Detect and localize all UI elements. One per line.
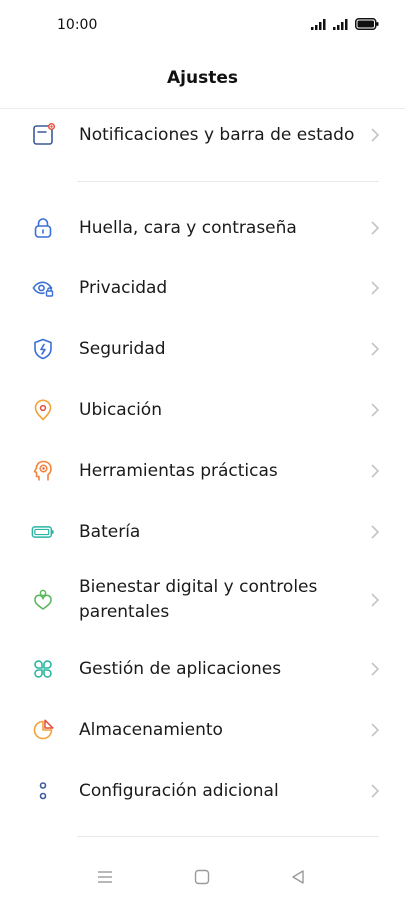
settings-item-configuracion-adicional[interactable]: Configuración adicional: [0, 771, 405, 811]
chevron-right-icon: [371, 281, 380, 295]
heart-person-icon: [31, 588, 55, 612]
apps-icon: [31, 657, 55, 681]
chevron-right-icon: [371, 593, 380, 607]
divider: [77, 836, 379, 837]
location-icon: [31, 398, 55, 422]
settings-item-label: Herramientas prácticas: [79, 460, 278, 481]
settings-item-label: Bienestar digital y controles parentales: [79, 577, 318, 622]
page-title: Ajustes: [167, 68, 238, 88]
settings-item-almacenamiento[interactable]: Almacenamiento: [0, 710, 405, 750]
more-settings-icon: [31, 779, 55, 803]
lock-icon: [31, 216, 55, 240]
header: Ajustes: [0, 52, 405, 109]
settings-item-bateria[interactable]: Batería: [0, 512, 405, 552]
settings-item-label: Almacenamiento: [79, 719, 223, 740]
settings-item-bienestar[interactable]: Bienestar digital y controles parentales: [0, 574, 405, 626]
settings-item-label: Huella, cara y contraseña: [79, 217, 297, 238]
tools-head-icon: [31, 459, 55, 483]
storage-pie-icon: [31, 718, 55, 742]
settings-item-privacidad[interactable]: Privacidad: [0, 268, 405, 308]
divider: [77, 181, 379, 182]
settings-item-huella[interactable]: Huella, cara y contraseña: [0, 208, 405, 248]
settings-item-ubicacion[interactable]: Ubicación: [0, 390, 405, 430]
settings-item-label: Privacidad: [79, 277, 168, 298]
settings-item-herramientas[interactable]: Herramientas prácticas: [0, 451, 405, 491]
chevron-right-icon: [371, 128, 380, 142]
back-triangle-icon: [292, 870, 304, 884]
navigation-bar: [0, 852, 405, 902]
menu-icon: [98, 871, 112, 883]
home-nav-button[interactable]: [193, 868, 211, 886]
chevron-right-icon: [371, 662, 380, 676]
privacy-eye-icon: [31, 276, 55, 300]
menu-nav-button[interactable]: [96, 868, 114, 886]
status-icons: [311, 18, 379, 30]
notification-icon: [31, 123, 55, 147]
chevron-right-icon: [371, 464, 380, 478]
battery-status-icon: [355, 18, 379, 30]
signal-icon: [311, 19, 326, 30]
settings-item-seguridad[interactable]: Seguridad: [0, 329, 405, 369]
chevron-right-icon: [371, 342, 380, 356]
settings-item-label: Gestión de aplicaciones: [79, 658, 282, 679]
settings-item-label: Configuración adicional: [79, 780, 279, 801]
chevron-right-icon: [371, 723, 380, 737]
back-nav-button[interactable]: [289, 868, 307, 886]
chevron-right-icon: [371, 403, 380, 417]
settings-item-gestion-aplicaciones[interactable]: Gestión de aplicaciones: [0, 649, 405, 689]
settings-item-label: Notificaciones y barra de estado: [79, 124, 355, 145]
settings-item-label: Ubicación: [79, 399, 162, 420]
settings-item-label: Seguridad: [79, 338, 166, 359]
chevron-right-icon: [371, 525, 380, 539]
status-bar: 10:00: [0, 0, 405, 52]
status-time: 10:00: [57, 17, 98, 33]
home-square-icon: [194, 869, 210, 885]
shield-icon: [31, 337, 55, 361]
chevron-right-icon: [371, 784, 380, 798]
chevron-right-icon: [371, 221, 380, 235]
settings-item-label: Batería: [79, 521, 141, 542]
settings-item-notificaciones[interactable]: Notificaciones y barra de estado: [0, 114, 405, 156]
battery-icon: [31, 520, 55, 544]
signal-2-icon: [333, 19, 348, 30]
